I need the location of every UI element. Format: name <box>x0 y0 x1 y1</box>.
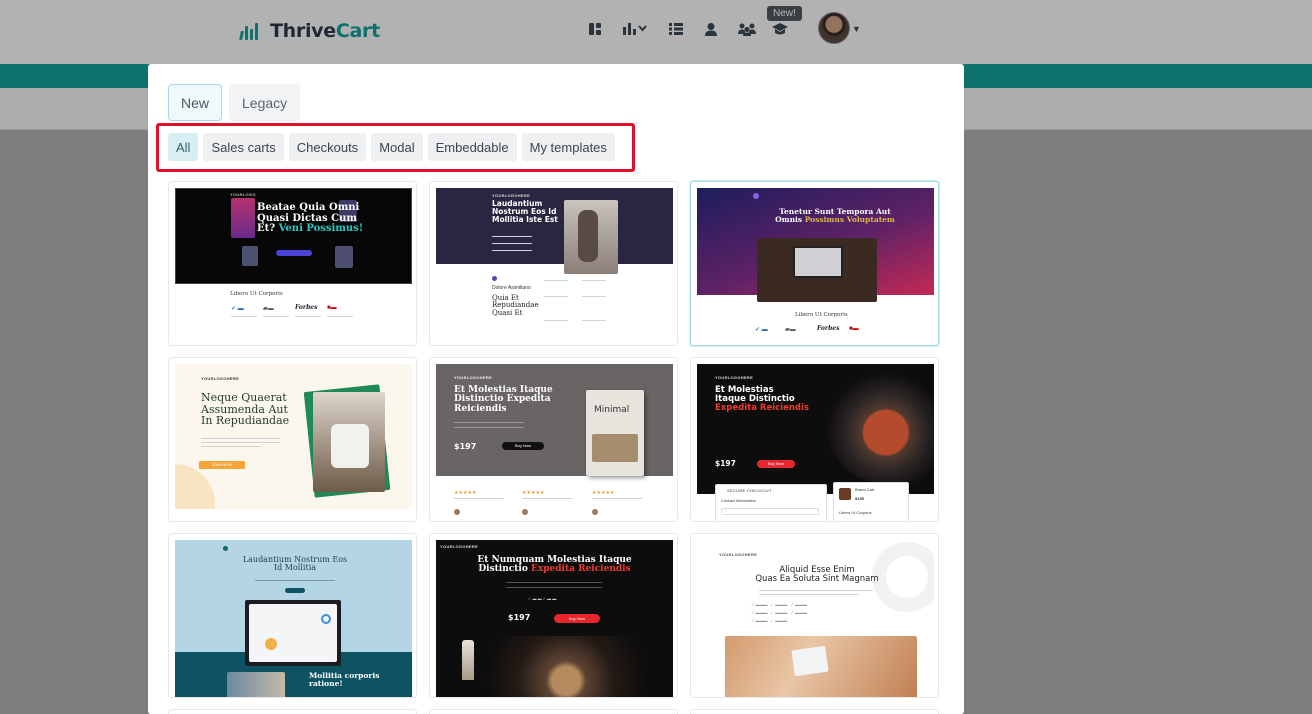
template-card[interactable]: Laudantium Nostrum Eos Id Mollitia Molli… <box>168 533 417 698</box>
template-thumbnail: YOURLOGOHERE Et Numquam Molestias Itaque… <box>436 540 673 697</box>
template-thumbnail: YOURLOGOHERE Et Molestias Itaque Distinc… <box>697 364 934 521</box>
filter-my-templates[interactable]: My templates <box>521 133 615 161</box>
tab-new[interactable]: New <box>168 84 223 121</box>
template-picker-modal: New Legacy All Sales carts Checkouts Mod… <box>148 64 964 714</box>
template-card[interactable]: YOURLOGOHERE Et Numquam Molestias Itaque… <box>429 533 678 698</box>
template-thumbnail: YOURLOGO Beatae Quia Omni Quasi Dictas C… <box>175 188 412 345</box>
template-card[interactable]: Tenetur Sunt Tempora Aut Omnis Possimus … <box>690 181 939 346</box>
filter-all[interactable]: All <box>168 133 199 161</box>
template-thumbnail: YOURLOGOHERE Neque Quaerat Assumenda Aut… <box>175 364 412 521</box>
tab-legacy[interactable]: Legacy <box>229 84 301 121</box>
template-card[interactable]: YOURLOGOHERE Neque Quaerat Assumenda Aut… <box>168 357 417 522</box>
template-thumbnail: YOURLOGOHERE Et Molestias Itaque Distinc… <box>436 364 673 521</box>
template-card[interactable] <box>429 709 678 714</box>
filter-embeddable[interactable]: Embeddable <box>427 133 517 161</box>
template-thumbnail: Laudantium Nostrum Eos Id Mollitia Molli… <box>175 540 412 697</box>
template-card[interactable] <box>690 709 939 714</box>
template-card[interactable]: YOURLOGOHERE Et Molestias Itaque Distinc… <box>690 357 939 522</box>
filter-checkouts[interactable]: Checkouts <box>288 133 367 161</box>
template-card[interactable]: YOURLOGOHERE Aliquid Esse Enim Quas Ea S… <box>690 533 939 698</box>
template-card[interactable]: YOURLOGO Beatae Quia Omni Quasi Dictas C… <box>168 181 417 346</box>
version-tabs: New Legacy <box>168 84 301 121</box>
template-card[interactable] <box>168 709 417 714</box>
template-card[interactable]: YOURLOGOHERE Laudantium Nostrum Eos Id M… <box>429 181 678 346</box>
filter-modal[interactable]: Modal <box>371 133 423 161</box>
template-filters: All Sales carts Checkouts Modal Embeddab… <box>168 133 615 161</box>
filter-sales-carts[interactable]: Sales carts <box>203 133 284 161</box>
template-card[interactable]: YOURLOGOHERE Et Molestias Itaque Distinc… <box>429 357 678 522</box>
template-thumbnail: YOURLOGOHERE Aliquid Esse Enim Quas Ea S… <box>697 540 934 697</box>
template-thumbnail: Tenetur Sunt Tempora Aut Omnis Possimus … <box>697 188 934 345</box>
template-thumbnail: YOURLOGOHERE Laudantium Nostrum Eos Id M… <box>436 188 673 345</box>
